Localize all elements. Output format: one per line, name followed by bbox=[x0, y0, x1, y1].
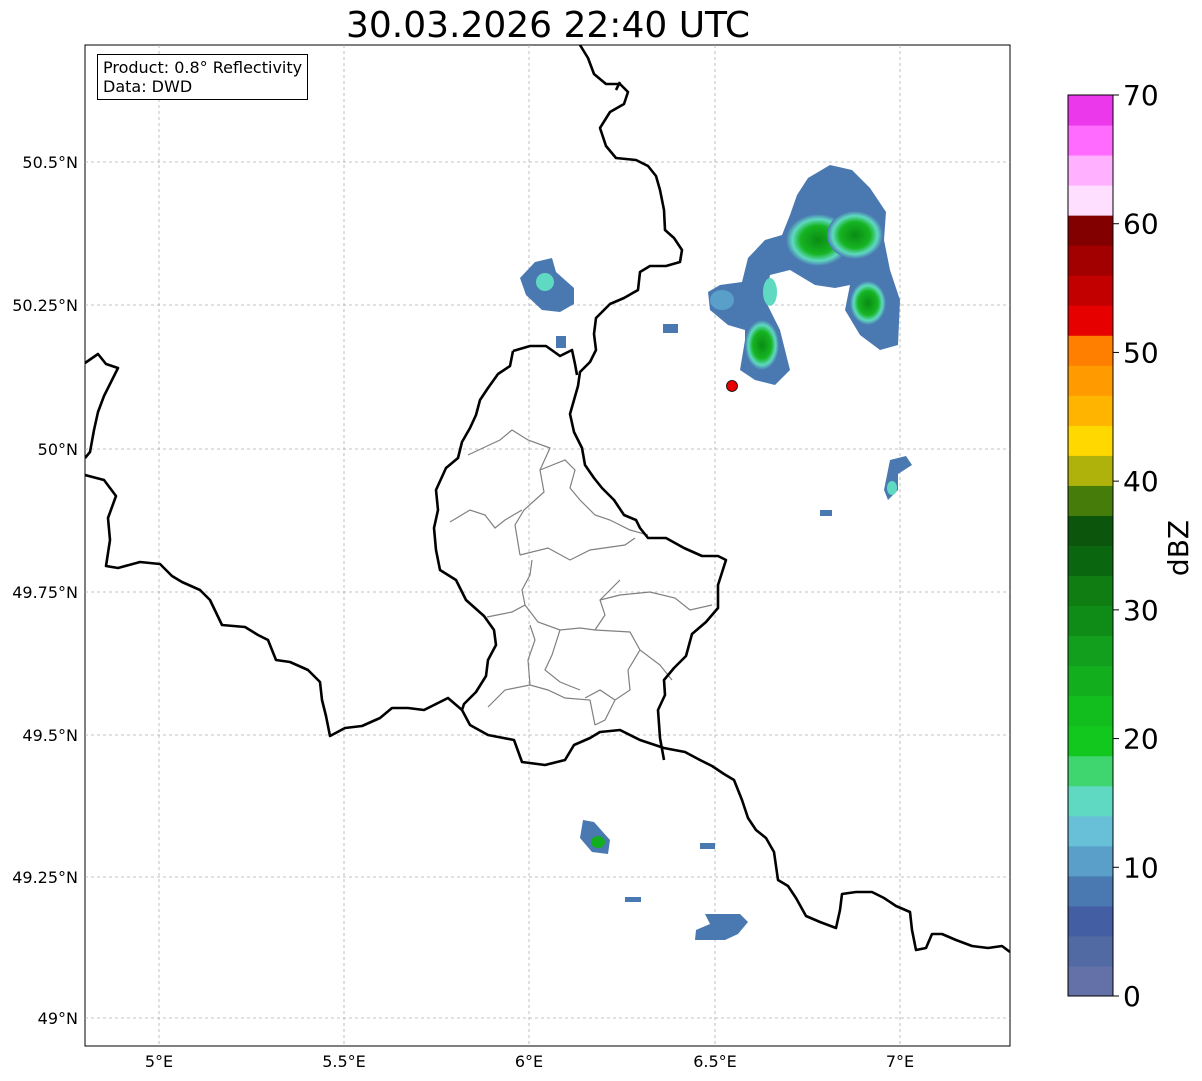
lat-tick-label: 50.25°N bbox=[12, 296, 78, 315]
colorbar-bin bbox=[1068, 665, 1113, 697]
echo-cell bbox=[827, 211, 883, 259]
colorbar-bin bbox=[1068, 95, 1113, 126]
colorbar-tick-label: 30 bbox=[1123, 594, 1159, 627]
colorbar-bin bbox=[1068, 485, 1113, 516]
colorbar: 0 10 20 30 40 50 60 70 dBZ bbox=[1067, 79, 1195, 1013]
colorbar-bin bbox=[1068, 275, 1113, 306]
colorbar-bin bbox=[1068, 365, 1113, 396]
echo-cell bbox=[591, 836, 605, 848]
lon-tick-label: 5.5°E bbox=[322, 1052, 366, 1071]
lon-tick-label: 6.5°E bbox=[693, 1052, 737, 1071]
lat-tick-label: 49.75°N bbox=[12, 583, 78, 602]
lat-tick-label: 49.25°N bbox=[12, 868, 78, 887]
lon-tick-label: 6°E bbox=[515, 1052, 543, 1071]
radar-map: 5°E 5.5°E 6°E 6.5°E 7°E 50.5°N 50.25°N 5… bbox=[12, 44, 1195, 1071]
echo-cell bbox=[763, 278, 777, 306]
echo-cell bbox=[887, 481, 897, 495]
lat-tick-labels: 50.5°N 50.25°N 50°N 49.75°N 49.5°N 49.25… bbox=[12, 153, 78, 1028]
colorbar-bin bbox=[1068, 245, 1113, 276]
lat-tick-label: 50°N bbox=[38, 440, 78, 459]
colorbar-tick-label: 50 bbox=[1123, 336, 1159, 369]
colorbar-tick-label: 10 bbox=[1123, 851, 1159, 884]
lon-tick-label: 7°E bbox=[886, 1052, 914, 1071]
colorbar-bin bbox=[1068, 635, 1113, 667]
echo-small bbox=[556, 336, 566, 348]
colorbar-bin bbox=[1068, 605, 1113, 637]
colorbar-bin bbox=[1068, 905, 1113, 937]
colorbar-bin bbox=[1068, 695, 1113, 727]
colorbar-bin bbox=[1068, 965, 1113, 997]
colorbar-bin bbox=[1068, 395, 1113, 426]
colorbar-bin bbox=[1068, 305, 1113, 336]
echo-small bbox=[820, 510, 832, 516]
colorbar-bin bbox=[1068, 935, 1113, 967]
colorbar-bin bbox=[1068, 815, 1113, 847]
echo-cell bbox=[710, 290, 734, 310]
colorbar-label: dBZ bbox=[1162, 520, 1195, 576]
colorbar-tick-label: 60 bbox=[1123, 208, 1159, 241]
colorbar-bin bbox=[1068, 335, 1113, 366]
colorbar-tick-label: 40 bbox=[1123, 465, 1159, 498]
echo-small bbox=[663, 324, 678, 333]
echo-small bbox=[625, 897, 641, 902]
colorbar-ticks: 0 10 20 30 40 50 60 70 bbox=[1113, 79, 1159, 1013]
colorbar-bin bbox=[1068, 785, 1113, 817]
lon-tick-label: 5°E bbox=[145, 1052, 173, 1071]
echo-small bbox=[700, 843, 715, 849]
colorbar-bin bbox=[1068, 125, 1113, 156]
echo-cell bbox=[850, 281, 886, 325]
colorbar-bin bbox=[1068, 575, 1113, 607]
lat-tick-label: 50.5°N bbox=[22, 153, 78, 172]
colorbar-bin bbox=[1068, 725, 1113, 757]
colorbar-bin bbox=[1068, 185, 1113, 216]
data-source-label: Data: DWD bbox=[103, 77, 193, 96]
colorbar-bins bbox=[1068, 95, 1113, 997]
radar-site-marker bbox=[726, 380, 738, 392]
colorbar-bin bbox=[1068, 455, 1113, 486]
colorbar-bin bbox=[1068, 755, 1113, 787]
colorbar-bin bbox=[1068, 425, 1113, 456]
colorbar-tick-label: 0 bbox=[1123, 980, 1141, 1013]
colorbar-bin bbox=[1068, 515, 1113, 546]
lat-tick-label: 49°N bbox=[38, 1009, 78, 1028]
colorbar-bin bbox=[1068, 545, 1113, 577]
lon-tick-labels: 5°E 5.5°E 6°E 6.5°E 7°E bbox=[145, 1052, 914, 1071]
colorbar-bin bbox=[1068, 215, 1113, 246]
colorbar-bin bbox=[1068, 875, 1113, 907]
info-box: Product: 0.8° Reflectivity Data: DWD bbox=[97, 54, 309, 100]
product-label: Product: 0.8° Reflectivity bbox=[103, 58, 303, 77]
echo-cell bbox=[536, 273, 554, 291]
lat-tick-label: 49.5°N bbox=[22, 726, 78, 745]
echo-cell bbox=[745, 320, 779, 370]
colorbar-tick-label: 20 bbox=[1123, 723, 1159, 756]
colorbar-tick-label: 70 bbox=[1123, 79, 1159, 112]
colorbar-bin bbox=[1068, 155, 1113, 186]
colorbar-bin bbox=[1068, 845, 1113, 877]
